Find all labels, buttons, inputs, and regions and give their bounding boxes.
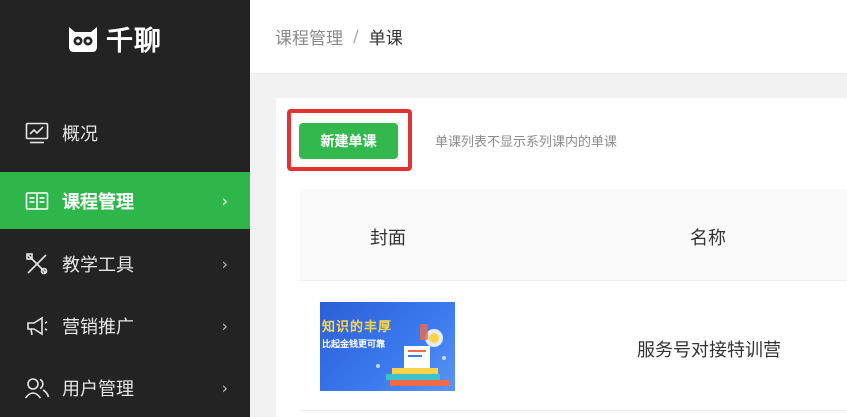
sidebar-item-overview[interactable]: 概况	[0, 104, 250, 161]
course-name[interactable]: 服务号对接特训营	[637, 336, 781, 362]
sidebar-item-course-management[interactable]: 课程管理 ›	[0, 172, 250, 229]
megaphone-icon	[24, 313, 50, 339]
users-icon	[24, 375, 50, 401]
breadcrumb-parent-link[interactable]: 课程管理	[275, 24, 343, 49]
chevron-right-icon: ›	[221, 378, 228, 397]
chevron-right-icon: ›	[221, 191, 228, 210]
sidebar-item-marketing[interactable]: 营销推广 ›	[0, 297, 250, 354]
logo-text: 千聊	[106, 25, 162, 57]
chart-monitor-icon	[24, 120, 50, 146]
sidebar-item-teaching-tools[interactable]: 教学工具 ›	[0, 235, 250, 292]
sidebar-item-label: 教学工具	[62, 254, 134, 276]
sidebar-item-user-management[interactable]: 用户管理 ›	[0, 359, 250, 416]
book-icon	[24, 188, 50, 214]
breadcrumb-current: 单课	[368, 29, 403, 49]
column-header-name: 名称	[690, 228, 726, 249]
sidebar-item-label: 营销推广	[62, 316, 134, 338]
logo[interactable]: 千聊	[66, 20, 162, 57]
sidebar-item-label: 概况	[62, 123, 98, 145]
column-header-cover: 封面	[370, 228, 406, 249]
cat-logo-icon	[69, 27, 97, 52]
table-header: 封面 名称	[300, 189, 847, 281]
sidebar-item-label: 课程管理	[62, 191, 134, 213]
course-cover-image[interactable]: 知识的丰厚 比起金钱更可靠	[320, 302, 455, 391]
breadcrumb-separator: /	[353, 26, 359, 47]
new-single-course-button[interactable]: 新建单课	[299, 123, 398, 159]
sidebar: 千聊 概况 课程管理 › 教学工具 › 营销推广 › 用户管理 ›	[0, 0, 250, 417]
table-row[interactable]: 知识的丰厚 比起金钱更可靠 服务号对接特训营	[300, 281, 847, 411]
sidebar-item-label: 用户管理	[62, 378, 134, 400]
breadcrumb: 课程管理 / 单课	[250, 0, 847, 74]
cover-illustration	[376, 324, 450, 386]
chevron-right-icon: ›	[221, 316, 228, 335]
list-hint-text: 单课列表不显示系列课内的单课	[435, 135, 618, 150]
chevron-right-icon: ›	[221, 254, 228, 273]
tools-icon	[24, 251, 50, 277]
